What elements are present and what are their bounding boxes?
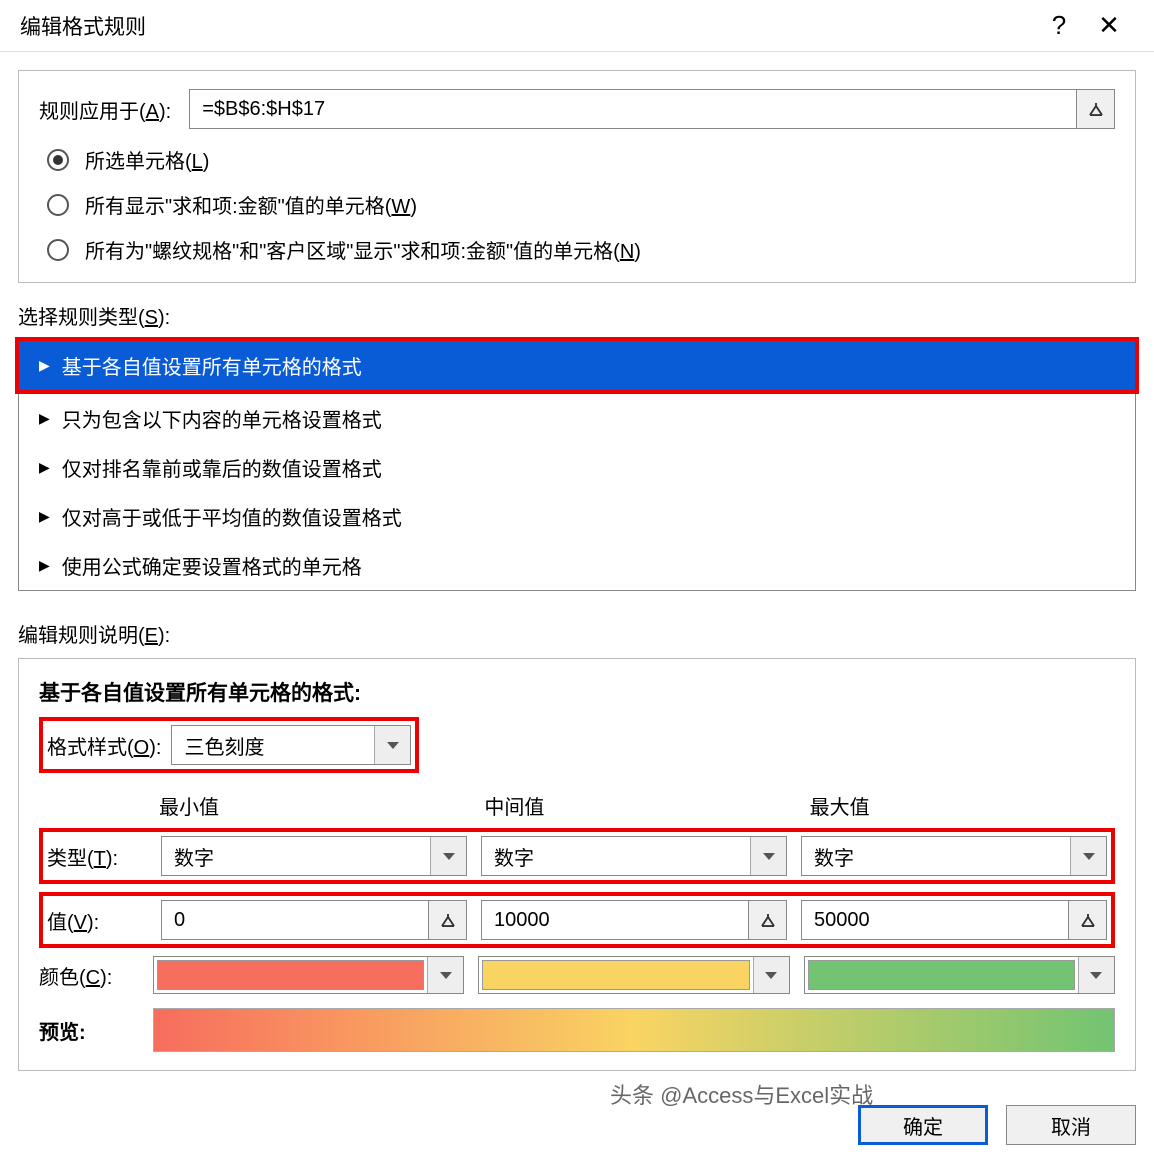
radio-selected-cells[interactable]: 所选单元格(L) <box>47 145 1115 174</box>
cancel-button[interactable]: 取消 <box>1006 1105 1136 1145</box>
style-label: 格式样式(O): <box>47 731 161 760</box>
apply-to-value: =$B$6:$H$17 <box>190 98 1076 121</box>
value-label: 值(V): <box>47 906 147 935</box>
color-swatch <box>482 960 749 990</box>
radio-icon <box>47 194 69 216</box>
col-max-label: 最大值 <box>810 791 1115 820</box>
chevron-down-icon[interactable] <box>750 837 786 875</box>
apply-to-label: 规则应用于(A): <box>39 95 171 124</box>
color-swatch <box>157 960 424 990</box>
radio-icon <box>47 149 69 171</box>
close-button[interactable]: ✕ <box>1084 6 1134 46</box>
titlebar: 编辑格式规则 ? ✕ <box>0 0 1154 52</box>
value-max-input[interactable]: 50000 <box>801 900 1107 940</box>
format-heading: 基于各自值设置所有单元格的格式: <box>39 677 1115 707</box>
rule-type-list: ▶ 基于各自值设置所有单元格的格式 ▶ 只为包含以下内容的单元格设置格式 ▶ 仅… <box>18 340 1136 591</box>
preview-label: 预览: <box>39 1016 139 1045</box>
col-mid-label: 中间值 <box>484 791 789 820</box>
preview-gradient <box>153 1008 1115 1052</box>
rule-type-item-0[interactable]: ▶ 基于各自值设置所有单元格的格式 <box>19 341 1135 390</box>
ok-button[interactable]: 确定 <box>858 1105 988 1145</box>
apply-to-section: 规则应用于(A): =$B$6:$H$17 所选单元格(L) 所有显示"求和项:… <box>18 70 1136 283</box>
rule-type-label: 选择规则类型(S): <box>18 301 1136 330</box>
chevron-down-icon[interactable] <box>374 726 410 764</box>
color-label: 颜色(C): <box>39 961 139 990</box>
rule-type-item-4[interactable]: ▶ 使用公式确定要设置格式的单元格 <box>19 541 1135 590</box>
color-swatch <box>808 960 1075 990</box>
value-mid-input[interactable]: 10000 <box>481 900 787 940</box>
chevron-down-icon[interactable] <box>753 957 789 993</box>
radio-icon <box>47 239 69 261</box>
chevron-down-icon[interactable] <box>427 957 463 993</box>
color-mid-dropdown[interactable] <box>478 956 789 994</box>
rule-type-item-1[interactable]: ▶ 只为包含以下内容的单元格设置格式 <box>19 394 1135 443</box>
apply-to-input[interactable]: =$B$6:$H$17 <box>189 89 1115 129</box>
arrow-icon: ▶ <box>39 557 50 574</box>
style-value: 三色刻度 <box>172 731 374 760</box>
dialog-footer: 确定 取消 <box>0 1089 1154 1161</box>
type-min-dropdown[interactable]: 数字 <box>161 836 467 876</box>
type-max-dropdown[interactable]: 数字 <box>801 836 1107 876</box>
help-button[interactable]: ? <box>1034 6 1084 46</box>
arrow-icon: ▶ <box>39 508 50 525</box>
range-picker-icon[interactable] <box>1076 90 1114 128</box>
range-picker-icon[interactable] <box>1068 901 1106 939</box>
chevron-down-icon[interactable] <box>1078 957 1114 993</box>
dialog-title: 编辑格式规则 <box>20 11 1034 41</box>
watermark: 头条 @Access与Excel实战 <box>610 1078 873 1110</box>
arrow-icon: ▶ <box>39 357 50 374</box>
radio-all-showing[interactable]: 所有显示"求和项:金额"值的单元格(W) <box>47 190 1115 219</box>
arrow-icon: ▶ <box>39 410 50 427</box>
col-min-label: 最小值 <box>159 791 464 820</box>
type-mid-dropdown[interactable]: 数字 <box>481 836 787 876</box>
radio-all-for-fields[interactable]: 所有为"螺纹规格"和"客户区域"显示"求和项:金额"值的单元格(N) <box>47 235 1115 264</box>
edit-desc-label: 编辑规则说明(E): <box>18 619 1136 648</box>
style-dropdown[interactable]: 三色刻度 <box>171 725 411 765</box>
color-max-dropdown[interactable] <box>804 956 1115 994</box>
color-min-dropdown[interactable] <box>153 956 464 994</box>
rule-type-item-2[interactable]: ▶ 仅对排名靠前或靠后的数值设置格式 <box>19 443 1135 492</box>
rule-type-item-3[interactable]: ▶ 仅对高于或低于平均值的数值设置格式 <box>19 492 1135 541</box>
type-label: 类型(T): <box>47 842 147 871</box>
chevron-down-icon[interactable] <box>430 837 466 875</box>
arrow-icon: ▶ <box>39 459 50 476</box>
range-picker-icon[interactable] <box>748 901 786 939</box>
chevron-down-icon[interactable] <box>1070 837 1106 875</box>
range-picker-icon[interactable] <box>428 901 466 939</box>
rule-desc-section: 基于各自值设置所有单元格的格式: 格式样式(O): 三色刻度 最小值 中间值 最… <box>18 658 1136 1071</box>
value-min-input[interactable]: 0 <box>161 900 467 940</box>
